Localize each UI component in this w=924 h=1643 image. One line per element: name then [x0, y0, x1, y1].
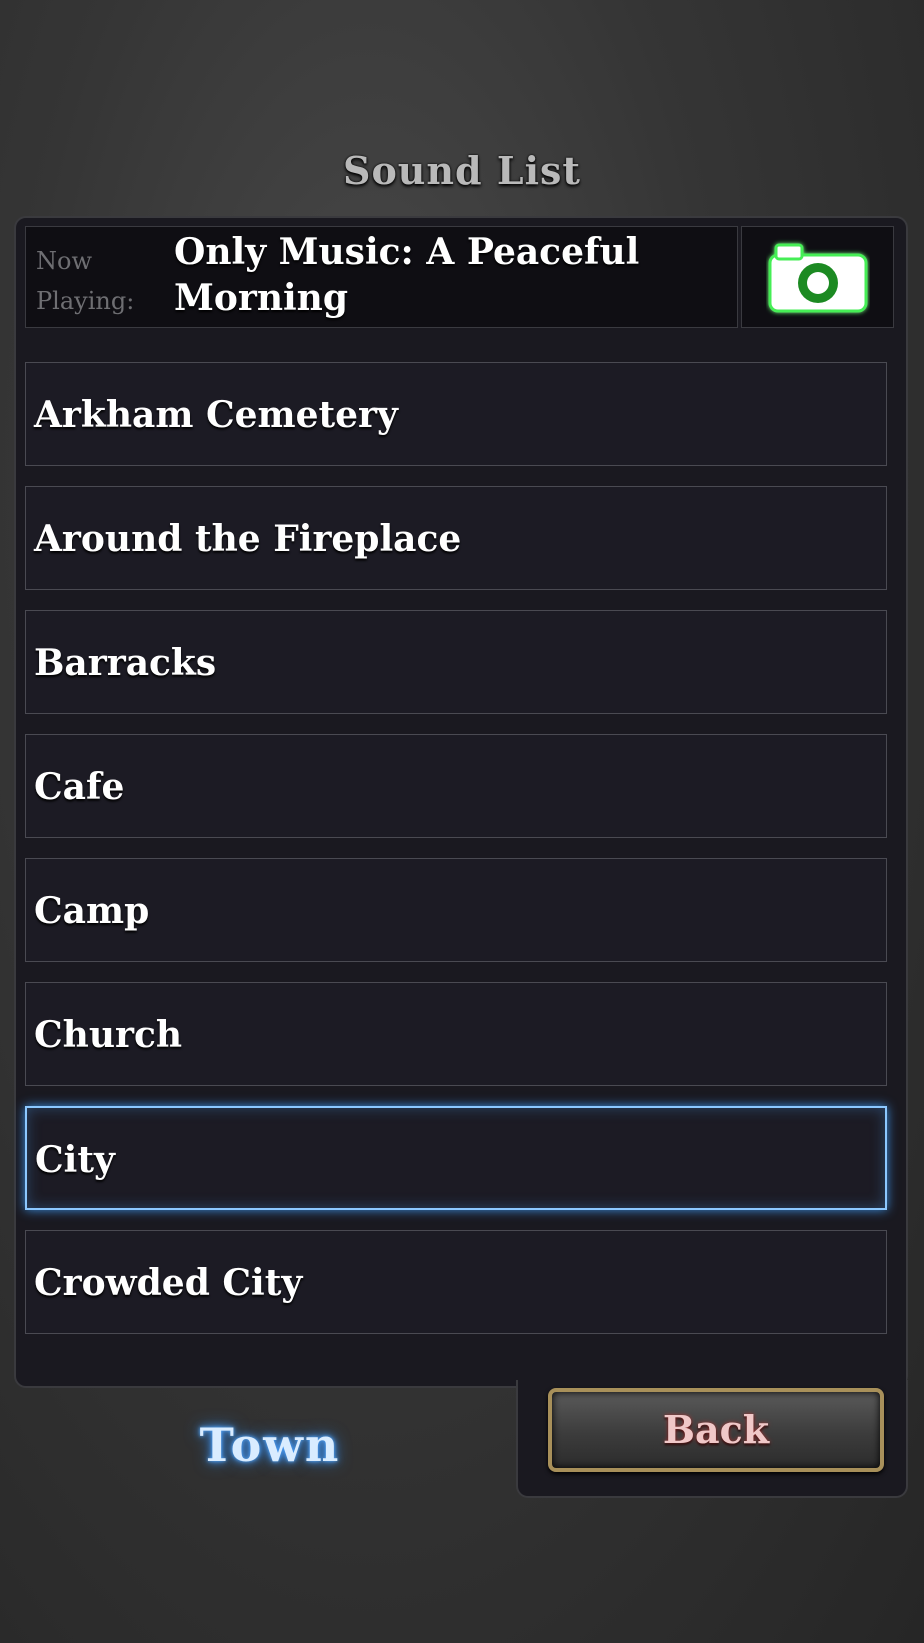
- list-item[interactable]: Around the Fireplace: [25, 486, 887, 590]
- list-item[interactable]: Camp: [25, 858, 887, 962]
- list-item[interactable]: Cafe: [25, 734, 887, 838]
- list-item-label: Arkham Cemetery: [34, 394, 398, 436]
- list-item-label: City: [35, 1139, 115, 1181]
- list-item[interactable]: Crowded City: [25, 1230, 887, 1334]
- camera-icon: [768, 243, 868, 313]
- list-item-label: Barracks: [34, 642, 217, 684]
- list-item-label: Around the Fireplace: [34, 518, 462, 560]
- list-item[interactable]: City: [25, 1106, 887, 1210]
- back-button[interactable]: Back: [548, 1388, 884, 1472]
- list-item-label: Church: [34, 1014, 183, 1056]
- now-playing-box: Now Playing: Only Music: A Peaceful Morn…: [25, 226, 738, 328]
- list-item-label: Camp: [34, 890, 150, 932]
- back-button-label: Back: [662, 1407, 770, 1452]
- list-item[interactable]: Barracks: [25, 610, 887, 714]
- list-item[interactable]: Church: [25, 982, 887, 1086]
- now-playing-label: Now Playing:: [36, 247, 135, 315]
- list-item[interactable]: Arkham Cemetery: [25, 362, 887, 466]
- sound-list: Arkham Cemetery Around the Fireplace Barra…: [25, 362, 887, 1354]
- list-item-label: Crowded City: [34, 1262, 303, 1304]
- now-playing-track: Only Music: A Peaceful Morning: [174, 231, 640, 319]
- category-label: Town: [199, 1418, 341, 1472]
- page-title: Sound List: [343, 148, 581, 193]
- list-item-label: Cafe: [34, 766, 125, 808]
- camera-button[interactable]: [741, 226, 894, 328]
